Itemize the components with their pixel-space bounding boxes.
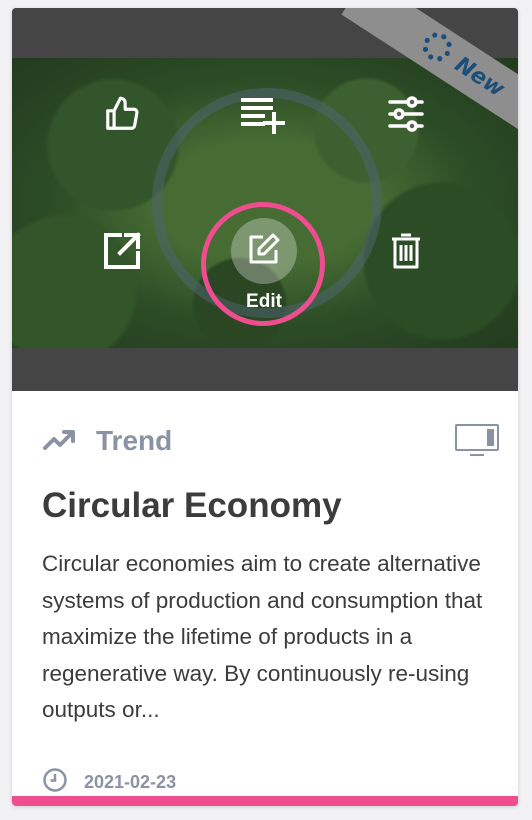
card-title[interactable]: Circular Economy <box>42 486 502 526</box>
settings-button[interactable] <box>376 84 436 144</box>
card-hero-image: New Edit <box>12 8 518 391</box>
card-date: 2021-02-23 <box>84 772 177 792</box>
monitor-icon <box>454 423 500 462</box>
trend-up-icon <box>42 427 76 456</box>
spinner-icon <box>414 26 458 72</box>
like-button[interactable] <box>92 84 152 144</box>
open-button[interactable] <box>92 221 152 281</box>
card-description: Circular economies aim to create alterna… <box>42 551 483 722</box>
delete-button[interactable] <box>376 221 436 281</box>
new-badge-label: New <box>450 51 510 102</box>
edit-icon <box>247 232 281 271</box>
sliders-icon <box>387 95 425 133</box>
edit-label: Edit <box>246 291 282 312</box>
trash-icon <box>389 231 423 271</box>
card-date-row: 2021-02-23 <box>42 767 176 798</box>
playlist-add-icon <box>240 94 288 134</box>
trend-card[interactable]: New Edit Trend Circular Economy Circular… <box>12 8 518 806</box>
edit-button[interactable] <box>231 218 297 284</box>
thumbs-up-icon <box>103 95 141 133</box>
clock-icon <box>42 767 68 798</box>
card-type-row: Trend <box>42 421 499 461</box>
card-type-label: Trend <box>96 425 173 456</box>
add-to-list-button[interactable] <box>234 84 294 144</box>
external-link-icon <box>102 231 142 271</box>
card-accent-bar <box>12 796 518 806</box>
